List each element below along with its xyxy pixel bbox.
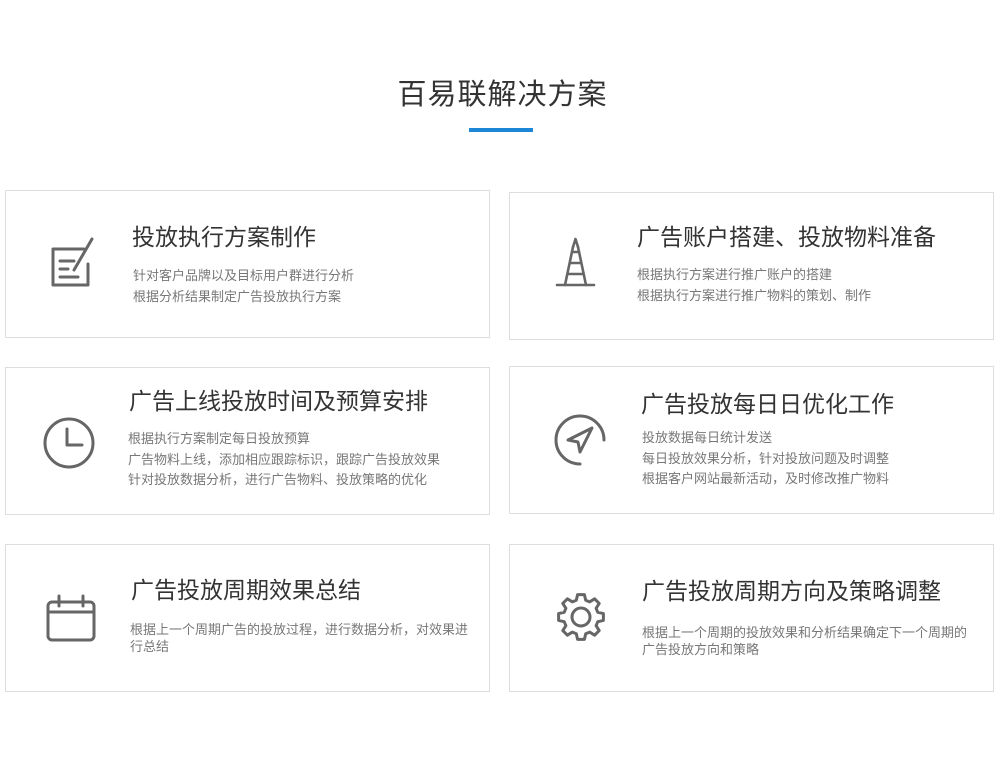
card-description: 投放数据每日统计发送 每日投放效果分析，针对投放问题及时调整 根据客户网站最新活…	[642, 429, 982, 491]
card-description: 根据上一个周期广告的投放过程，进行数据分析，对效果进行总结	[130, 623, 469, 655]
gear-icon	[553, 589, 609, 645]
solution-card-strategy[interactable]: 广告投放周期方向及策略调整 根据上一个周期的投放效果和分析结果确定下一个周期的广…	[509, 544, 994, 692]
card-description-line: 针对投放数据分析，进行广告物料、投放策略的优化	[128, 473, 428, 488]
card-description-line: 根据执行方案进行推广物料的策划、制作	[637, 288, 872, 304]
page-title: 百易联解决方案	[397, 77, 608, 111]
card-description: 根据上一个周期的投放效果和分析结果确定下一个周期的广告投放方向和策略	[642, 626, 968, 658]
card-title: 广告上线投放时间及预算安排	[129, 389, 428, 415]
card-description-line: 根据执行方案进行推广账户的搭建	[637, 268, 833, 283]
card-description-line: 投放数据每日统计发送	[642, 431, 773, 446]
solution-card-plan[interactable]: 投放执行方案制作 针对客户品牌以及目标用户群进行分析 根据分析结果制定广告投放执…	[5, 190, 490, 338]
calendar-icon	[43, 591, 99, 647]
card-description: 根据执行方案进行推广账户的搭建 根据执行方案进行推广物料的策划、制作	[637, 266, 977, 307]
solution-card-schedule[interactable]: 广告上线投放时间及预算安排 根据执行方案制定每日投放预算 广告物料上线，添加相应…	[5, 367, 490, 515]
card-description-line: 根据分析结果制定广告投放执行方案	[133, 289, 342, 305]
title-underline	[469, 128, 533, 132]
card-description: 针对客户品牌以及目标用户群进行分析 根据分析结果制定广告投放执行方案	[133, 267, 473, 308]
card-title: 广告账户搭建、投放物料准备	[637, 225, 936, 251]
tower-icon	[548, 235, 604, 291]
solution-card-summary[interactable]: 广告投放周期效果总结 根据上一个周期广告的投放过程，进行数据分析，对效果进行总结	[5, 544, 490, 692]
navigation-icon	[552, 412, 608, 468]
card-title: 投放执行方案制作	[132, 225, 316, 251]
card-title: 广告投放周期方向及策略调整	[642, 579, 941, 605]
card-description-line: 根据客户网站最新活动，及时修改推广物料	[642, 472, 890, 487]
card-description-line: 每日投放效果分析，针对投放问题及时调整	[642, 451, 890, 467]
card-description-line: 广告物料上线，添加相应跟踪标识，跟踪广告投放效果	[128, 452, 441, 468]
card-title: 广告投放周期效果总结	[131, 578, 361, 604]
clock-icon	[41, 415, 97, 471]
card-description: 根据执行方案制定每日投放预算 广告物料上线，添加相应跟踪标识，跟踪广告投放效果 …	[128, 430, 478, 492]
card-description-line: 根据执行方案制定每日投放预算	[128, 432, 311, 447]
solution-card-optimize[interactable]: 广告投放每日日优化工作 投放数据每日统计发送 每日投放效果分析，针对投放问题及时…	[509, 366, 994, 514]
edit-icon	[44, 234, 100, 290]
card-title: 广告投放每日日优化工作	[641, 392, 894, 418]
solution-card-account[interactable]: 广告账户搭建、投放物料准备 根据执行方案进行推广账户的搭建 根据执行方案进行推广…	[509, 192, 994, 340]
card-description-line: 针对客户品牌以及目标用户群进行分析	[133, 269, 355, 284]
